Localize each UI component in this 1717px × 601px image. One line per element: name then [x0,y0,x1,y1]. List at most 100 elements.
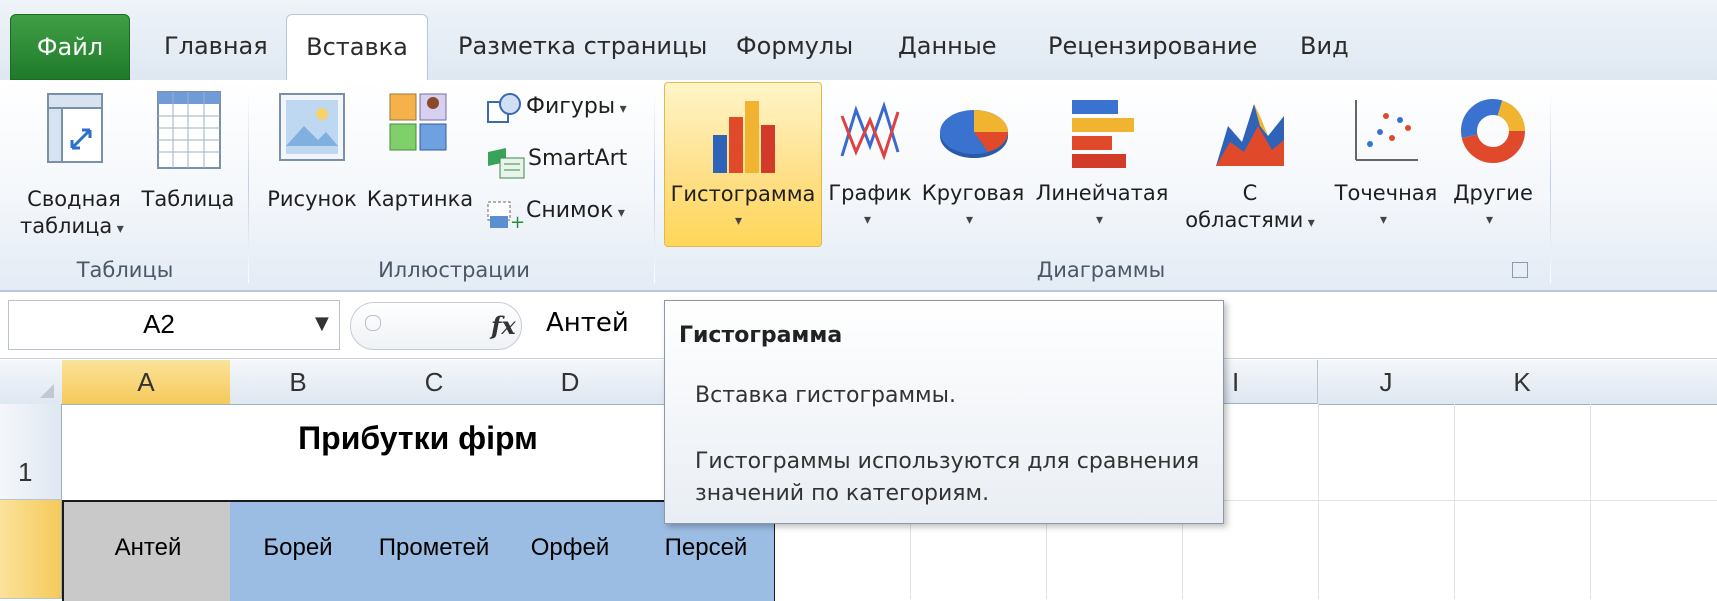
picture-button[interactable]: Рисунок [262,86,362,251]
tab-view[interactable]: Вид [1282,14,1367,78]
chevron-down-icon: ▾ [864,212,872,228]
column-header[interactable]: C [366,360,503,405]
smartart-button[interactable]: SmartArt [484,142,644,182]
formula-controls: fx [350,302,522,350]
other-charts-button[interactable]: Другие ▾ [1448,86,1538,246]
column-header[interactable]: D [502,360,639,405]
ribbon-insert: Сводная таблица ▾ Таблица Таблицы Рисуно… [0,80,1717,292]
tooltip-text: Вставка гистограммы. [695,383,957,408]
table-label: Таблица [141,187,235,211]
group-separator [654,88,655,283]
shapes-label: Фигуры ▾ [526,94,627,119]
table-icon [157,91,221,169]
shapes-icon [487,93,521,123]
column-header[interactable] [1590,360,1717,405]
tooltip-title: Гистограмма [679,323,843,348]
area-chart-label-1: С [1242,181,1258,205]
column-header[interactable]: K [1454,360,1591,405]
select-all-icon [40,384,54,398]
area-chart-icon [1216,104,1284,166]
chevron-down-icon[interactable]: ▼ [315,313,329,334]
gridline [1318,404,1319,599]
gridline [1590,404,1591,599]
scatter-chart-icon [1355,100,1418,161]
fx-icon[interactable]: fx [491,311,516,340]
column-header[interactable]: B [230,360,367,405]
tab-formulas[interactable]: Формулы [718,14,871,78]
tooltip: Гистограмма Вставка гистограммы. Гистогр… [664,300,1224,524]
row-header[interactable] [0,500,62,599]
pivot-table-label-1: Сводная [27,187,121,211]
pivot-table-icon [47,93,103,163]
shapes-button[interactable]: Фигуры ▾ [484,90,644,130]
chevron-down-icon: ▾ [1486,212,1494,228]
column-header[interactable]: J [1318,360,1455,405]
area-chart-button[interactable]: С областями ▾ [1178,86,1322,246]
column-header[interactable]: A [62,360,231,405]
tooltip-text: Гистограммы используются для сравнения [695,449,1200,474]
scatter-chart-label: Точечная [1334,181,1438,205]
smartart-label: SmartArt [528,146,628,171]
select-all-corner[interactable] [0,360,63,405]
chevron-down-icon: ▾ [735,213,743,229]
group-label-tables: Таблицы [76,258,174,282]
tab-file[interactable]: Файл [10,14,130,80]
tab-page-layout[interactable]: Разметка страницы [440,14,725,78]
tab-data[interactable]: Данные [880,14,1015,78]
tab-home[interactable]: Главная [146,14,286,78]
line-chart-icon [840,101,900,161]
dialog-launcher-icon[interactable] [1512,262,1528,278]
area-chart-label-2: областями ▾ [1185,208,1315,232]
svg-text:+: + [510,212,525,232]
name-box[interactable]: A2 ▼ [8,300,340,350]
gridline [1454,404,1455,599]
tab-review[interactable]: Рецензирование [1030,14,1275,78]
screenshot-button[interactable]: + Снимок ▾ [484,194,644,234]
chevron-down-icon: ▾ [966,212,974,228]
column-chart-icon [713,101,775,173]
tooltip-text: значений по категориям. [695,481,990,506]
column-chart-button[interactable]: Гистограмма ▾ [664,82,822,247]
pivot-table-label-2: таблица ▾ [20,214,124,238]
table-button[interactable]: Таблица [138,86,238,251]
name-box-value: A2 [143,309,175,339]
other-charts-label: Другие [1453,181,1533,205]
cell[interactable]: Прометей [366,500,503,601]
line-chart-label: График [828,181,912,205]
group-separator [248,88,249,283]
group-separator [1550,88,1551,283]
screenshot-icon: + [487,201,525,232]
bar-chart-label: Линейчатая [1035,181,1169,205]
ribbon-tabs: Файл Главная Вставка Разметка страницы Ф… [0,0,1717,81]
picture-icon [279,93,345,161]
pivot-table-button[interactable]: Сводная таблица ▾ [14,86,134,251]
formula-input[interactable]: Антей [546,308,629,338]
doughnut-chart-icon [1461,99,1525,163]
column-header[interactable] [638,360,665,405]
column-header[interactable]: I [1222,360,1318,404]
cell-text: Прометей [378,534,490,561]
bar-chart-icon [1072,100,1134,168]
pie-chart-button[interactable]: Круговая ▾ [918,86,1028,246]
bar-chart-button[interactable]: Линейчатая ▾ [1030,86,1174,246]
circle-icon [365,315,381,331]
tab-insert[interactable]: Вставка [286,14,428,81]
line-chart-button[interactable]: График ▾ [826,86,914,246]
row-header[interactable]: 1 [0,404,62,500]
cell[interactable]: Антей [62,500,233,601]
group-label-charts: Диаграммы [1036,258,1166,282]
clipart-label: Картинка [366,187,474,211]
pie-chart-label: Круговая [921,181,1025,205]
clipart-icon [389,93,447,151]
cell[interactable]: Борей [230,500,367,601]
cell-text: Антей [114,534,182,561]
cell-text: Борей [263,534,333,561]
clipart-button[interactable]: Картинка [366,86,474,251]
picture-label: Рисунок [267,187,357,211]
group-label-illustrations: Иллюстрации [378,258,530,282]
cell-text: Орфей [530,534,610,561]
cell[interactable]: Орфей [502,500,639,601]
screenshot-label: Снимок ▾ [526,198,625,223]
chevron-down-icon: ▾ [1380,212,1388,228]
scatter-chart-button[interactable]: Точечная ▾ [1326,86,1446,246]
